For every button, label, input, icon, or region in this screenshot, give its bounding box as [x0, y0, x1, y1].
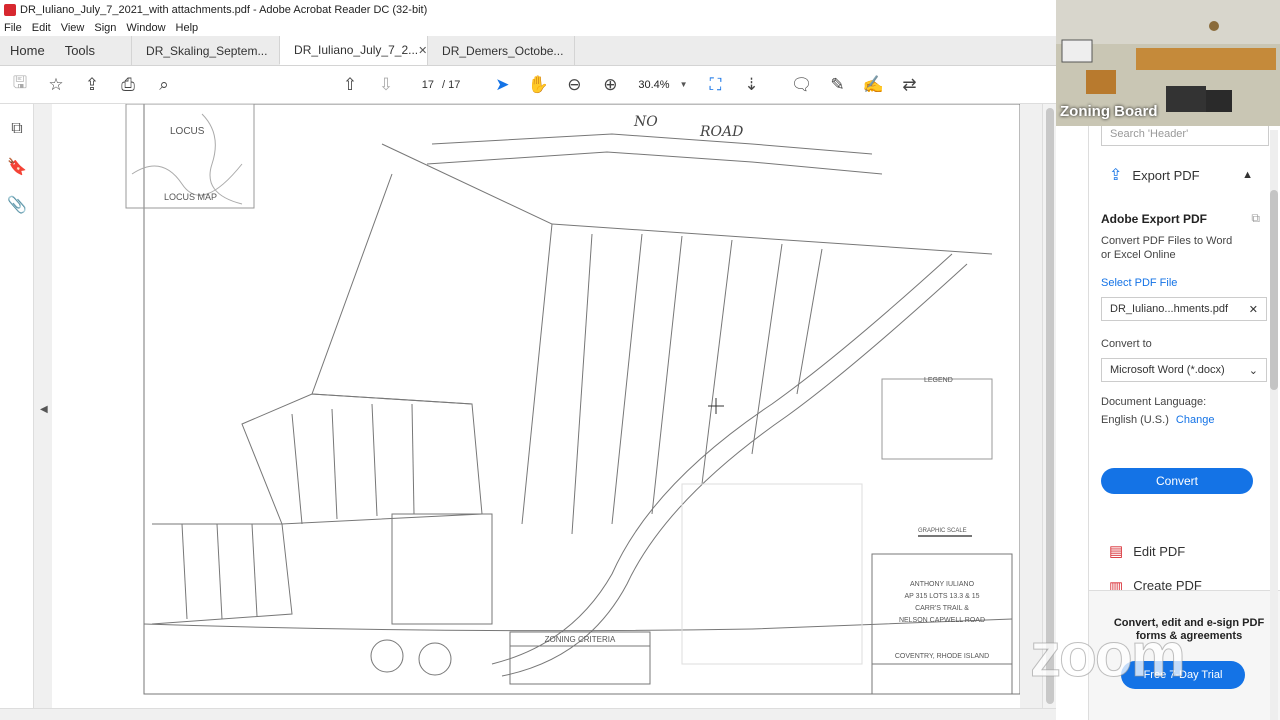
- fit-page-icon[interactable]: ⛶: [697, 70, 733, 100]
- edit-pdf-icon: ▤: [1109, 543, 1124, 560]
- legend-title: LEGEND: [924, 377, 953, 384]
- save-icon[interactable]: 🖫: [2, 70, 38, 100]
- next-page-icon[interactable]: ⇩: [368, 70, 404, 100]
- document-viewport[interactable]: ◀ LOCUS LOCUS MAP NO ROAD LEGEND GRAPHIC…: [34, 104, 1056, 720]
- locus-label: LOCUS: [170, 126, 205, 137]
- title-line-2: AP 315 LOTS 13.3 & 15: [905, 593, 980, 600]
- close-tab-icon[interactable]: ✕: [418, 44, 427, 57]
- document-language-value: English (U.S.): [1101, 414, 1169, 426]
- remove-file-icon[interactable]: ✕: [1249, 303, 1258, 316]
- highlight-pen-icon[interactable]: ✎: [819, 70, 855, 100]
- handwritten-road: ROAD: [699, 124, 743, 140]
- panel-scrollbar-thumb[interactable]: [1270, 190, 1278, 390]
- doc-tab-label: DR_Iuliano_July_7_2...: [294, 43, 419, 57]
- edit-pdf-label: Edit PDF: [1133, 543, 1186, 559]
- document-language-label: Document Language:: [1101, 396, 1207, 408]
- bookmark-icon[interactable]: 🔖: [0, 148, 34, 186]
- graphic-scale-label: GRAPHIC SCALE: [918, 528, 967, 534]
- select-arrow-icon[interactable]: ➤: [484, 70, 520, 100]
- convert-to-label: Convert to: [1101, 338, 1152, 350]
- hand-tool-icon[interactable]: ✋: [520, 70, 556, 100]
- convert-button[interactable]: Convert: [1101, 468, 1253, 494]
- menu-bar: File Edit View Sign Window Help: [0, 20, 1056, 36]
- search-icon[interactable]: ⌕: [146, 70, 182, 100]
- zoom-out-icon[interactable]: ⊖: [556, 70, 592, 100]
- create-pdf-tool[interactable]: ▥ Create PDF: [1109, 578, 1202, 590]
- doc-tab-label: DR_Skaling_Septem...: [146, 43, 268, 58]
- search-header-input[interactable]: Search 'Header': [1101, 124, 1269, 146]
- site-plan-drawing: LOCUS LOCUS MAP NO ROAD LEGEND GRAPHIC S…: [125, 104, 1021, 695]
- title-line-1: ANTHONY IULIANO: [910, 581, 975, 588]
- menu-edit[interactable]: Edit: [32, 22, 51, 34]
- selected-file-name: DR_Iuliano...hments.pdf: [1110, 303, 1229, 315]
- export-pdf-label: Export PDF: [1132, 167, 1200, 183]
- menu-file[interactable]: File: [4, 22, 22, 34]
- main-toolbar: 🖫 ☆ ⇪ ⎙ ⌕ ⇧ ⇩ 17 / 17 ➤ ✋ ⊖ ⊕ 30.4% ▼ ⛶ …: [0, 66, 1056, 104]
- document-language-row: English (U.S.) Change: [1101, 414, 1214, 426]
- window-titlebar: DR_Iuliano_July_7_2021_with attachments.…: [0, 0, 1056, 20]
- scroll-mode-icon[interactable]: ⇣: [733, 70, 769, 100]
- menu-sign[interactable]: Sign: [94, 22, 116, 34]
- sign-icon[interactable]: ✍: [855, 70, 891, 100]
- tab-home[interactable]: Home: [0, 36, 55, 65]
- chevron-down-icon: ⌄: [1248, 365, 1258, 377]
- prev-page-icon[interactable]: ⇧: [332, 70, 368, 100]
- tab-bar: Home Tools DR_Skaling_Septem... DR_Iulia…: [0, 36, 1056, 66]
- menu-help[interactable]: Help: [176, 22, 199, 34]
- acrobat-icon: [4, 4, 16, 16]
- doc-tab-skaling[interactable]: DR_Skaling_Septem...: [131, 36, 279, 65]
- page-navigator: 17 / 17: [410, 78, 461, 91]
- star-icon[interactable]: ☆: [38, 70, 74, 100]
- zoom-watermark: zoom: [1030, 621, 1187, 691]
- doc-tab-label: DR_Demers_Octobe...: [442, 43, 564, 58]
- upload-cloud-icon[interactable]: ⇪: [74, 70, 110, 100]
- collapse-left-icon[interactable]: ◀: [40, 404, 48, 415]
- attachment-icon[interactable]: 📎: [0, 186, 34, 224]
- title-line-4: NELSON CAPWELL ROAD: [899, 617, 985, 624]
- convert-format-select[interactable]: Microsoft Word (*.docx) ⌄: [1101, 358, 1267, 382]
- title-line-3: CARR'S TRAIL &: [915, 605, 969, 612]
- zoom-in-icon[interactable]: ⊕: [592, 70, 628, 100]
- page-thumbnails-icon[interactable]: ⧉: [0, 110, 34, 148]
- window-title: DR_Iuliano_July_7_2021_with attachments.…: [20, 4, 428, 16]
- zoom-dropdown[interactable]: 30.4% ▼: [638, 79, 687, 91]
- video-participant-label: Zoning Board: [1060, 103, 1158, 120]
- copy-icon[interactable]: ⧉: [1251, 211, 1260, 226]
- convert-format-value: Microsoft Word (*.docx): [1110, 364, 1225, 376]
- create-pdf-label: Create PDF: [1133, 578, 1202, 590]
- status-strip: [0, 708, 1056, 720]
- tab-tools[interactable]: Tools: [55, 36, 105, 65]
- create-pdf-icon: ▥: [1109, 579, 1124, 590]
- current-page-input[interactable]: 17: [410, 79, 434, 91]
- doc-tab-iuliano[interactable]: DR_Iuliano_July_7_2... ✕: [279, 36, 427, 65]
- change-language-link[interactable]: Change: [1176, 414, 1215, 426]
- left-rail: ⧉ 🔖 📎: [0, 104, 34, 720]
- export-pdf-header[interactable]: ⇪ Export PDF ▲: [1089, 160, 1280, 190]
- print-icon[interactable]: ⎙: [110, 70, 146, 100]
- zoom-value: 30.4%: [638, 78, 670, 91]
- panel-title: Adobe Export PDF: [1101, 212, 1208, 226]
- panel-description: Convert PDF Files to Word or Excel Onlin…: [1101, 235, 1233, 261]
- zoning-criteria-title: ZONING CRITERIA: [545, 635, 616, 644]
- comment-icon[interactable]: 🗨: [783, 70, 819, 100]
- locus-map-label: LOCUS MAP: [164, 192, 217, 202]
- handwritten-no: NO: [633, 114, 658, 130]
- edit-pdf-tool[interactable]: ▤ Edit PDF: [1109, 542, 1185, 560]
- share-icon[interactable]: ⇄: [891, 70, 927, 100]
- pdf-page: LOCUS LOCUS MAP NO ROAD LEGEND GRAPHIC S…: [52, 104, 1021, 720]
- chevron-up-icon[interactable]: ▲: [1242, 169, 1253, 181]
- location-label: COVENTRY, RHODE ISLAND: [895, 653, 989, 660]
- panel-scrollbar[interactable]: [1270, 130, 1278, 720]
- menu-window[interactable]: Window: [126, 22, 165, 34]
- total-pages: / 17: [442, 78, 461, 91]
- select-pdf-file-link[interactable]: Select PDF File: [1101, 277, 1177, 289]
- scrollbar-thumb[interactable]: [1046, 108, 1054, 704]
- export-pdf-icon: ⇪: [1109, 167, 1123, 184]
- video-thumbnail[interactable]: Zoning Board: [1056, 0, 1280, 126]
- selected-file-field: DR_Iuliano...hments.pdf ✕: [1101, 297, 1267, 321]
- chevron-down-icon: ▼: [679, 80, 688, 89]
- menu-view[interactable]: View: [61, 22, 85, 34]
- doc-tab-demers[interactable]: DR_Demers_Octobe...: [427, 36, 576, 65]
